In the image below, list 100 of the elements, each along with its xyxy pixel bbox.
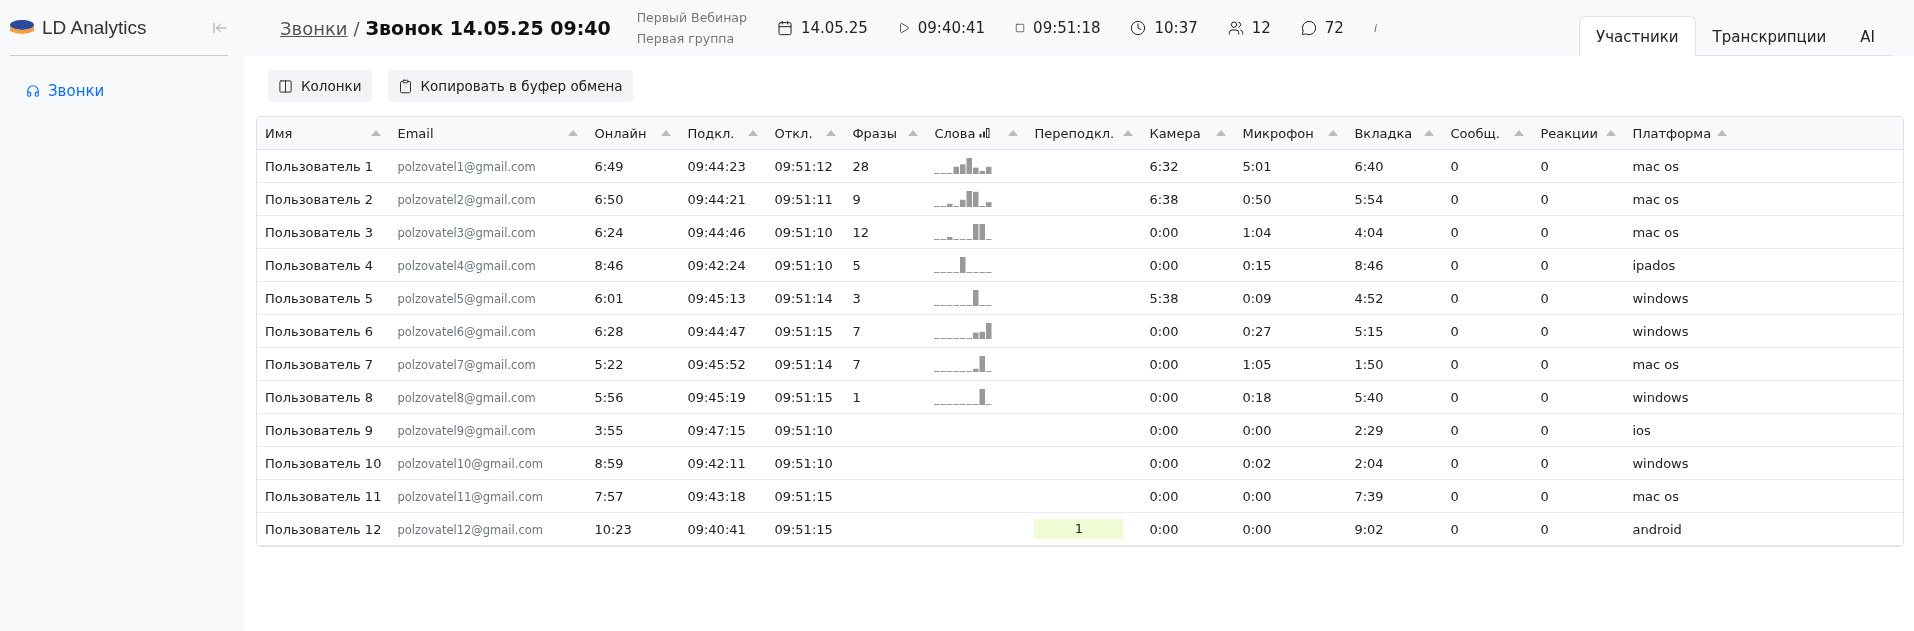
table-cell-text: 09:44:47 — [687, 323, 746, 339]
stat-value: 09:40:41 — [917, 19, 986, 37]
table-cell-text: 6:32 — [1149, 158, 1179, 174]
table-cell-text: Пользователь 3 — [265, 224, 374, 240]
group-name: Первая группа — [636, 31, 736, 46]
table-cell-text: 09:51:10 — [774, 257, 833, 273]
table-cell-text: 8:46 — [594, 257, 624, 273]
app-name: LD Analytics — [42, 16, 148, 39]
table-cell-text: Пользователь 11 — [265, 488, 382, 504]
sort-arrow-icon[interactable] — [748, 130, 759, 136]
table-cell-text: 5:56 — [594, 389, 624, 405]
table-cell-text: 0 — [1450, 422, 1459, 438]
info-icon[interactable]: i — [1373, 21, 1377, 35]
sort-arrow-icon[interactable] — [1216, 130, 1227, 136]
table-cell-text: 09:43:18 — [687, 488, 746, 504]
table-cell-text: 0 — [1540, 290, 1549, 306]
table-cell-text: 0 — [1450, 290, 1459, 306]
sort-arrow-icon[interactable] — [826, 130, 837, 136]
table-cell-text: Пользователь 9 — [265, 422, 374, 438]
logo-icon — [10, 18, 34, 37]
sort-arrow-icon[interactable] — [661, 130, 672, 136]
table-cell-text: 3:55 — [594, 422, 624, 438]
sort-arrow-icon[interactable] — [371, 130, 382, 136]
sort-arrow-icon[interactable] — [908, 130, 919, 136]
table-cell-text: 6:38 — [1149, 191, 1179, 207]
columns-icon — [278, 78, 293, 94]
column-header[interactable]: Имя — [265, 125, 293, 141]
table-cell-text: 0:00 — [1149, 521, 1179, 537]
sort-arrow-icon[interactable] — [1606, 130, 1617, 136]
table-cell-text: 09:51:10 — [774, 224, 833, 240]
calendar-icon — [776, 20, 793, 36]
table-cell-text: 0 — [1540, 158, 1549, 174]
words-sparkline — [934, 353, 993, 372]
sort-arrow-icon[interactable] — [568, 130, 579, 136]
sort-arrow-icon[interactable] — [1328, 130, 1339, 136]
table-cell-text: 5:22 — [594, 356, 624, 372]
breadcrumb-link[interactable]: Звонки — [280, 17, 348, 39]
table-cell-text: 09:45:19 — [687, 389, 746, 405]
table-cell-text: mac os — [1632, 158, 1680, 174]
table-cell-text: 0:00 — [1149, 389, 1179, 405]
email-text: polzovatel9@gmail.com — [397, 423, 536, 438]
table-cell-text: 09:42:11 — [687, 455, 746, 471]
table-cell-text: 09:45:13 — [687, 290, 746, 306]
table-cell-text: 0 — [1540, 191, 1549, 207]
table-cell-text: 0 — [1450, 389, 1459, 405]
table-cell-text: mac os — [1632, 191, 1680, 207]
sort-arrow-icon[interactable] — [1717, 130, 1728, 136]
sort-arrow-icon[interactable] — [1008, 130, 1019, 136]
table-cell-text: Пользователь 2 — [265, 191, 374, 207]
table-cell-text: 09:51:12 — [774, 158, 833, 174]
tab[interactable]: Участники — [1579, 16, 1696, 56]
table-cell-text: 0 — [1540, 323, 1549, 339]
table-cell-text: 0 — [1540, 422, 1549, 438]
email-text: polzovatel8@gmail.com — [397, 390, 536, 405]
column-header[interactable]: Платформа — [1632, 125, 1712, 141]
table-cell-text: 5:38 — [1149, 290, 1179, 306]
table-cell-text: 09:51:10 — [774, 455, 833, 471]
table-cell-text: 3 — [852, 290, 861, 306]
words-sparkline — [934, 320, 993, 339]
sort-arrow-icon[interactable] — [1123, 130, 1134, 136]
table-cell-text: 0:00 — [1242, 488, 1272, 504]
table-cell-text: 1:05 — [1242, 356, 1272, 372]
table-cell-text: ios — [1632, 422, 1651, 438]
email-text: polzovatel10@gmail.com — [397, 456, 543, 471]
table-cell-text: 5:40 — [1354, 389, 1384, 405]
table-cell-text: 7:39 — [1354, 488, 1384, 504]
table-cell-text: 7 — [852, 323, 861, 339]
table-cell-text: windows — [1632, 323, 1689, 339]
headphones-icon — [26, 84, 40, 98]
table-cell-text: 09:51:14 — [774, 290, 833, 306]
stat-value: 09:51:18 — [1033, 19, 1101, 37]
table-cell-text: 09:51:15 — [774, 488, 833, 504]
table-cell-text: 09:40:41 — [687, 521, 746, 537]
table-cell-text: 09:42:24 — [687, 257, 746, 273]
sort-arrow-icon[interactable] — [1424, 130, 1435, 136]
stat-value: 72 — [1324, 19, 1344, 37]
table-cell-text: 5:54 — [1354, 191, 1384, 207]
table-cell-text: 6:40 — [1354, 158, 1384, 174]
tab[interactable]: Транскрипции — [1695, 16, 1844, 56]
bar-chart-icon — [979, 128, 991, 138]
copy-button[interactable]: Копировать в буфер обмена — [387, 70, 633, 102]
table-cell-text: mac os — [1632, 224, 1680, 240]
table-cell-text: 0:02 — [1242, 455, 1272, 471]
sidebar-item[interactable]: Звонки — [26, 82, 244, 100]
table-cell-text: 0:00 — [1149, 356, 1179, 372]
words-sparkline — [934, 221, 993, 240]
table-cell-text: 4:04 — [1354, 224, 1384, 240]
table-cell-text: 0:00 — [1242, 521, 1272, 537]
sort-arrow-icon[interactable] — [1514, 130, 1525, 136]
table-cell-text: 0:00 — [1242, 422, 1272, 438]
tab[interactable]: AI — [1843, 16, 1892, 56]
table-cell-text: 0 — [1450, 224, 1459, 240]
table-cell-text: Пользователь 5 — [265, 290, 374, 306]
columns-button[interactable]: Колонки — [268, 70, 372, 102]
clock-icon — [1130, 20, 1147, 36]
table-cell-text: 1:04 — [1242, 224, 1272, 240]
table-cell-text: 0:00 — [1149, 422, 1179, 438]
column-header[interactable]: Email — [397, 125, 434, 141]
chat-bubble-icon — [1300, 20, 1317, 36]
email-text: polzovatel1@gmail.com — [397, 159, 536, 174]
